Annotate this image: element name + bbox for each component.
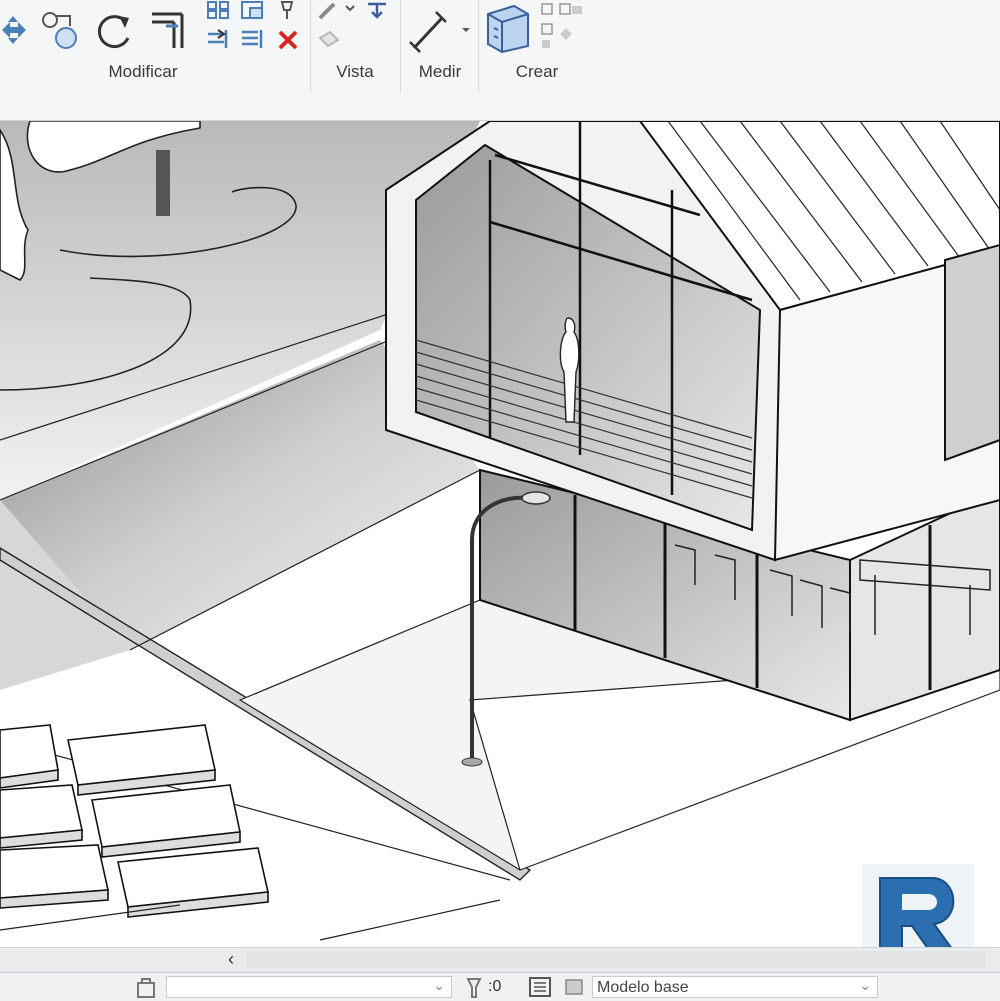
workset-icon[interactable] <box>132 977 160 999</box>
delete-icon[interactable] <box>276 28 300 52</box>
panel-label-modificar: Modificar <box>108 62 178 81</box>
scroll-left-arrow[interactable]: ‹ <box>228 949 234 970</box>
hide-icon[interactable] <box>366 0 392 20</box>
panel-label-vista: Vista <box>336 62 374 81</box>
panel-separator <box>400 0 401 92</box>
horizontal-scrollbar[interactable]: ‹ <box>0 947 1000 972</box>
panel-separator <box>310 0 311 92</box>
move-icon[interactable] <box>0 10 26 50</box>
panel-label-crear: Crear <box>515 62 559 81</box>
3d-view-canvas[interactable] <box>0 121 1000 947</box>
design-option-value: Modelo base <box>597 979 689 996</box>
properties-icon[interactable] <box>528 976 552 998</box>
measure-icon[interactable] <box>408 8 470 54</box>
selection-count: :0 <box>488 978 502 995</box>
building-isometric-model[interactable] <box>0 121 1000 947</box>
copy-icon[interactable] <box>40 8 80 50</box>
panel-separator <box>478 0 479 92</box>
hidden-element-icon[interactable] <box>316 28 342 52</box>
pin-icon[interactable] <box>276 0 298 20</box>
array-icon[interactable] <box>206 0 232 20</box>
override-graphics-icon[interactable] <box>316 0 360 22</box>
design-options-icon[interactable] <box>562 976 586 998</box>
offset-icon[interactable] <box>240 28 266 50</box>
status-bar: ⌄ :0 Modelo base ⌄ <box>0 972 1000 1001</box>
rotate-icon[interactable] <box>94 8 136 52</box>
trim-icon[interactable] <box>148 6 194 52</box>
workset-dropdown[interactable]: ⌄ <box>166 976 452 998</box>
chevron-down-icon: ⌄ <box>859 977 871 993</box>
selection-filter-icon[interactable] <box>464 977 486 999</box>
scale-icon[interactable] <box>240 0 266 20</box>
scrollbar-track[interactable] <box>246 951 986 968</box>
create-group-icon[interactable] <box>540 2 584 50</box>
split-icon[interactable] <box>206 28 232 50</box>
create-assembly-icon[interactable] <box>484 2 534 54</box>
panel-label-medir: Medir <box>418 62 462 81</box>
chevron-down-icon: ⌄ <box>433 977 445 993</box>
ribbon: Modificar Vista Medir Crear <box>0 0 1000 121</box>
design-option-dropdown[interactable]: Modelo base ⌄ <box>592 976 878 998</box>
